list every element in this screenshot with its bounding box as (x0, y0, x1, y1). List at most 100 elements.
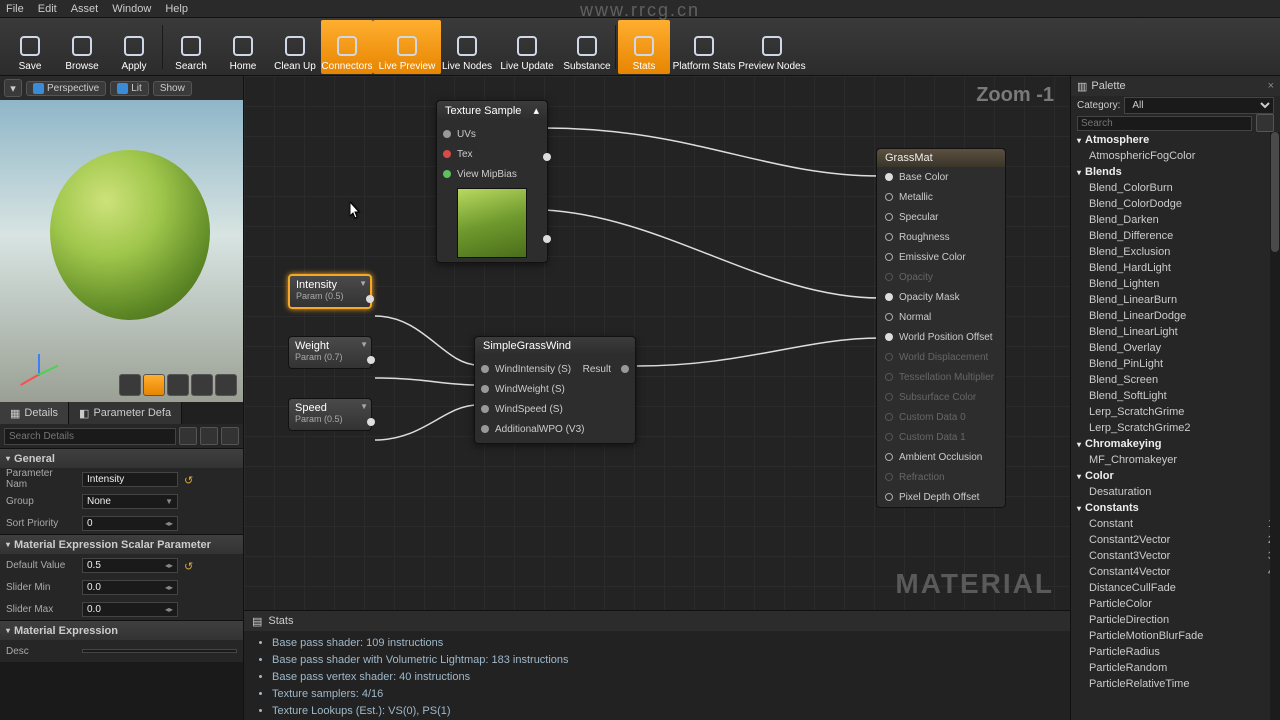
reset-icon[interactable]: ↺ (184, 560, 194, 570)
material-input-opacity-mask[interactable]: Opacity Mask (877, 287, 1005, 307)
close-icon[interactable]: × (1268, 80, 1274, 92)
slider-max-field[interactable]: 0.0◂▸ (82, 602, 178, 617)
output-pin[interactable] (366, 295, 374, 303)
input-pin[interactable] (885, 313, 893, 321)
input-pin[interactable] (481, 405, 489, 413)
palette-item[interactable]: Lerp_ScratchGrime (1071, 404, 1280, 420)
tab-details[interactable]: ▦Details (0, 402, 69, 424)
slider-min-field[interactable]: 0.0◂▸ (82, 580, 178, 595)
viewport-dropdown[interactable]: ▾ (4, 79, 22, 97)
toolbar-platform-stats-button[interactable]: Platform Stats (670, 20, 738, 74)
palette-item[interactable]: ParticleRadius (1071, 644, 1280, 660)
input-pin[interactable] (885, 453, 893, 461)
section-general[interactable]: ▾General (0, 448, 243, 468)
palette-item[interactable]: Constant3Vector3 (1071, 548, 1280, 564)
palette-category-chromakeying[interactable]: ▾Chromakeying (1071, 436, 1280, 452)
viewmode-perspective[interactable]: Perspective (26, 81, 106, 96)
material-input-base-color[interactable]: Base Color (877, 167, 1005, 187)
toolbar-search-button[interactable]: Search (165, 20, 217, 74)
material-input-metallic[interactable]: Metallic (877, 187, 1005, 207)
palette-item[interactable]: Desaturation (1071, 484, 1280, 500)
preview-viewport[interactable] (0, 100, 243, 402)
node-param-intensity[interactable]: IntensityParam (0.5)▼ (288, 274, 372, 309)
material-input-world-position-offset[interactable]: World Position Offset (877, 327, 1005, 347)
material-input-roughness[interactable]: Roughness (877, 227, 1005, 247)
palette-item[interactable]: ParticleRandom (1071, 660, 1280, 676)
node-texture-sample[interactable]: Texture Sample▴ UVs Tex View MipBias (436, 100, 548, 263)
palette-item[interactable]: Blend_LinearBurn (1071, 292, 1280, 308)
input-pin[interactable] (481, 425, 489, 433)
palette-item[interactable]: ParticleDirection (1071, 612, 1280, 628)
shape-cube-button[interactable] (191, 374, 213, 396)
search-icon[interactable] (179, 427, 197, 445)
palette-item[interactable]: Blend_HardLight (1071, 260, 1280, 276)
menu-asset[interactable]: Asset (71, 3, 99, 15)
chevron-down-icon[interactable]: ▼ (360, 340, 368, 349)
shape-custom-button[interactable] (215, 374, 237, 396)
output-pin[interactable] (367, 418, 375, 426)
input-pin[interactable] (885, 493, 893, 501)
output-pin-rgb[interactable] (543, 235, 551, 243)
toolbar-connectors-button[interactable]: Connectors (321, 20, 373, 74)
chevron-down-icon[interactable]: ▼ (360, 402, 368, 411)
palette-item[interactable]: Blend_Difference (1071, 228, 1280, 244)
palette-item[interactable]: Blend_Darken (1071, 212, 1280, 228)
material-graph[interactable]: Zoom -1 MATERIAL Texture Sample▴ UVs Tex… (244, 76, 1070, 610)
palette-item[interactable]: ParticleMotionBlurFade (1071, 628, 1280, 644)
palette-item[interactable]: Blend_Lighten (1071, 276, 1280, 292)
palette-item[interactable]: Blend_LinearDodge (1071, 308, 1280, 324)
parameter-name-field[interactable]: Intensity (82, 472, 178, 487)
search-icon[interactable] (1256, 114, 1274, 132)
node-simple-grass-wind[interactable]: SimpleGrassWind WindIntensity (S)ResultW… (474, 336, 636, 444)
output-pin-rgba[interactable] (543, 153, 551, 161)
menu-help[interactable]: Help (165, 3, 188, 15)
material-input-normal[interactable]: Normal (877, 307, 1005, 327)
toolbar-live-nodes-button[interactable]: Live Nodes (441, 20, 493, 74)
reset-icon[interactable]: ↺ (184, 474, 194, 484)
palette-item[interactable]: Blend_Overlay (1071, 340, 1280, 356)
details-search-input[interactable] (4, 428, 176, 445)
palette-category-constants[interactable]: ▾Constants (1071, 500, 1280, 516)
toolbar-browse-button[interactable]: Browse (56, 20, 108, 74)
group-dropdown[interactable]: None▼ (82, 494, 178, 509)
palette-search-input[interactable] (1077, 116, 1252, 131)
section-scalar-param[interactable]: ▾Material Expression Scalar Parameter (0, 534, 243, 554)
palette-category-blends[interactable]: ▾Blends (1071, 164, 1280, 180)
palette-item[interactable]: MF_Chromakeyer (1071, 452, 1280, 468)
output-pin[interactable] (621, 365, 629, 373)
eye-icon[interactable] (221, 427, 239, 445)
palette-item[interactable]: Lerp_ScratchGrime2 (1071, 420, 1280, 436)
material-input-emissive-color[interactable]: Emissive Color (877, 247, 1005, 267)
tab-parameter-defaults[interactable]: ◧Parameter Defa (69, 402, 182, 424)
section-expression[interactable]: ▾Material Expression (0, 620, 243, 640)
scrollbar-thumb[interactable] (1271, 132, 1279, 252)
material-input-pixel-depth-offset[interactable]: Pixel Depth Offset (877, 487, 1005, 507)
palette-category-color[interactable]: ▾Color (1071, 468, 1280, 484)
toolbar-save-button[interactable]: Save (4, 20, 56, 74)
category-dropdown[interactable]: All (1124, 97, 1274, 114)
chevron-down-icon[interactable]: ▼ (359, 279, 367, 288)
shape-cylinder-button[interactable] (119, 374, 141, 396)
palette-item[interactable]: AtmosphericFogColor (1071, 148, 1280, 164)
input-pin[interactable] (885, 293, 893, 301)
palette-category-atmosphere[interactable]: ▾Atmosphere (1071, 132, 1280, 148)
output-pin[interactable] (367, 356, 375, 364)
shape-plane-button[interactable] (167, 374, 189, 396)
material-input-ambient-occlusion[interactable]: Ambient Occlusion (877, 447, 1005, 467)
toolbar-apply-button[interactable]: Apply (108, 20, 160, 74)
input-pin[interactable] (885, 233, 893, 241)
sort-priority-field[interactable]: 0◂▸ (82, 516, 178, 531)
viewmode-show[interactable]: Show (153, 81, 192, 96)
palette-item[interactable]: Blend_SoftLight (1071, 388, 1280, 404)
material-input-specular[interactable]: Specular (877, 207, 1005, 227)
toolbar-home-button[interactable]: Home (217, 20, 269, 74)
input-pin[interactable] (885, 173, 893, 181)
palette-list[interactable]: ▾AtmosphereAtmosphericFogColor▾BlendsBle… (1071, 132, 1280, 720)
palette-item[interactable]: Blend_ColorDodge (1071, 196, 1280, 212)
input-pin[interactable] (885, 193, 893, 201)
palette-item[interactable]: Blend_Exclusion (1071, 244, 1280, 260)
node-material-output[interactable]: GrassMat Base ColorMetallicSpecularRough… (876, 148, 1006, 508)
palette-item[interactable]: DistanceCullFade (1071, 580, 1280, 596)
palette-item[interactable]: ParticleRelativeTime (1071, 676, 1280, 692)
palette-item[interactable]: Blend_ColorBurn (1071, 180, 1280, 196)
